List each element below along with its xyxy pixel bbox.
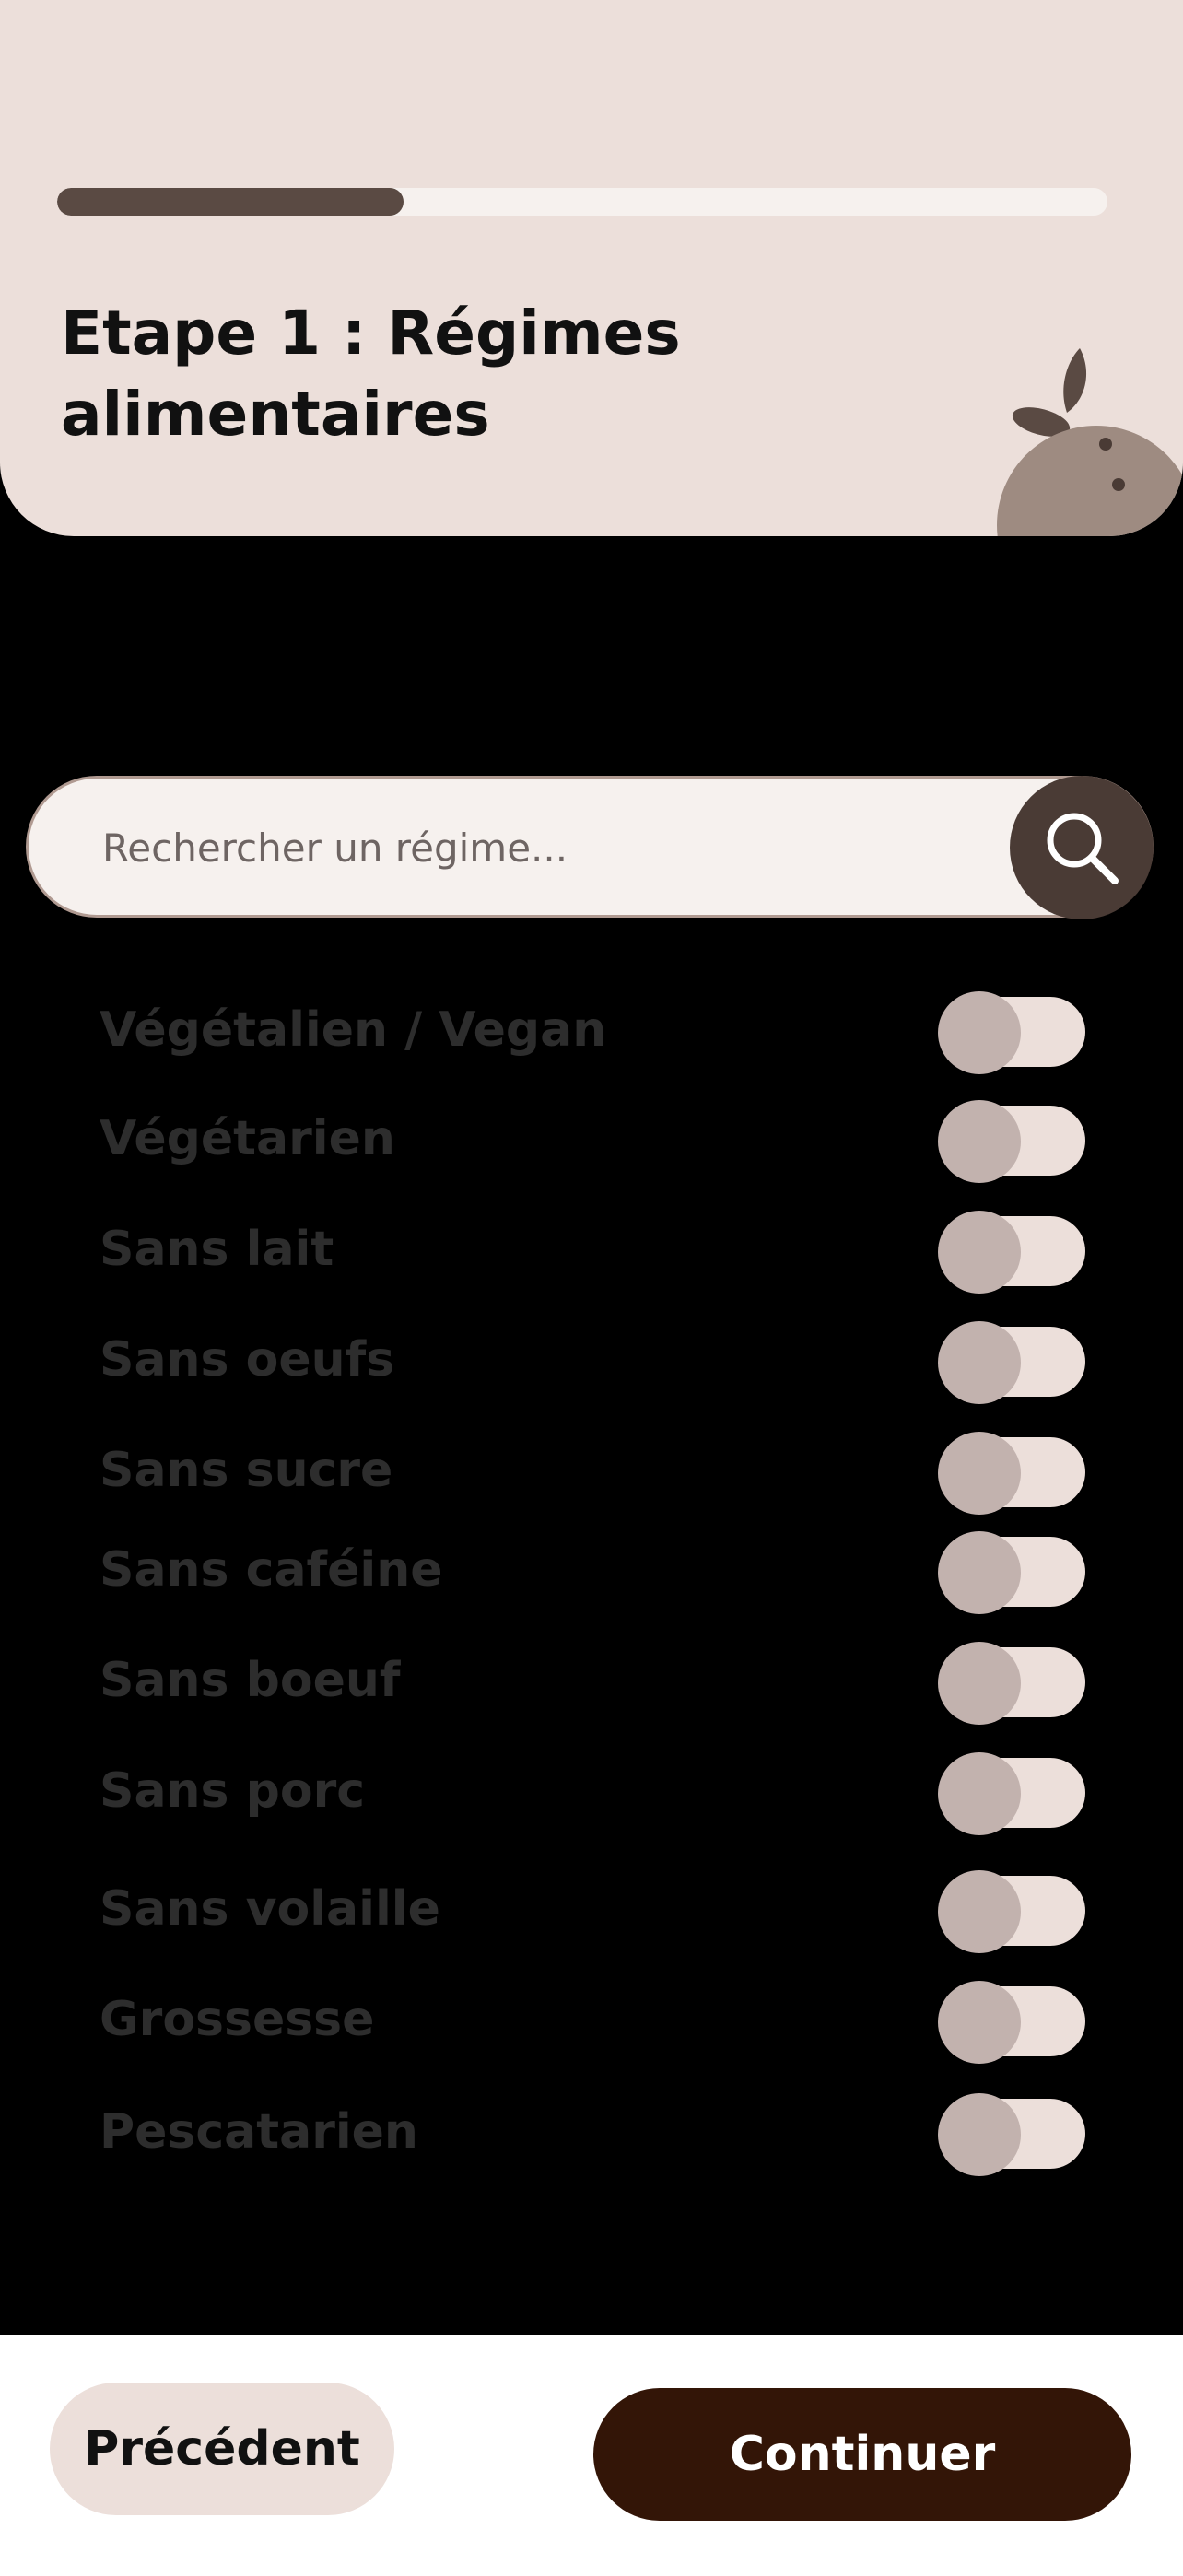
progress-bar — [57, 188, 1107, 216]
toggle-knob — [938, 991, 1021, 1074]
toggle-knob — [938, 1321, 1021, 1404]
diet-label: Sans caféine — [100, 1542, 443, 1598]
diet-row: Sans sucre — [0, 1424, 1183, 1516]
search-icon — [1047, 813, 1119, 884]
diet-label: Sans volaille — [100, 1881, 440, 1937]
header: Etape 1 : Régimes alimentaires — [0, 0, 1183, 536]
diet-toggle[interactable] — [938, 1752, 1085, 1835]
toggle-knob — [938, 1211, 1021, 1294]
diet-label: Sans lait — [100, 1222, 334, 1277]
search-bar — [26, 776, 1154, 918]
diet-label: Sans porc — [100, 1763, 366, 1819]
diet-row: Sans oeufs — [0, 1314, 1183, 1406]
diet-label: Sans boeuf — [100, 1653, 401, 1708]
diet-toggle[interactable] — [938, 2093, 1085, 2176]
diet-toggle[interactable] — [938, 1981, 1085, 2064]
diet-toggle[interactable] — [938, 1870, 1085, 1953]
diet-row: Pescatarien — [0, 2086, 1183, 2178]
toggle-knob — [938, 1870, 1021, 1953]
diet-label: Sans sucre — [100, 1443, 393, 1498]
diet-label: Sans oeufs — [100, 1332, 395, 1388]
diet-toggle[interactable] — [938, 1321, 1085, 1404]
diet-row: Sans porc — [0, 1745, 1183, 1837]
diet-row: Végétalien / Vegan — [0, 984, 1183, 1076]
toggle-knob — [938, 2093, 1021, 2176]
toggle-knob — [938, 1432, 1021, 1515]
diet-toggle[interactable] — [938, 1432, 1085, 1515]
search-input[interactable] — [100, 779, 989, 917]
search-button[interactable] — [1010, 776, 1154, 919]
diet-row: Végétarien — [0, 1093, 1183, 1185]
toggle-knob — [938, 1100, 1021, 1183]
diet-toggle[interactable] — [938, 991, 1085, 1074]
previous-button[interactable]: Précédent — [50, 2383, 394, 2515]
toggle-knob — [938, 1531, 1021, 1614]
diet-label: Grossesse — [100, 1992, 375, 2047]
diet-toggle[interactable] — [938, 1211, 1085, 1294]
diet-row: Sans caféine — [0, 1524, 1183, 1616]
toggle-knob — [938, 1642, 1021, 1725]
diet-row: Sans lait — [0, 1203, 1183, 1295]
toggle-knob — [938, 1981, 1021, 2064]
diet-row: Grossesse — [0, 1973, 1183, 2066]
diet-toggle[interactable] — [938, 1531, 1085, 1614]
diet-label: Végétalien / Vegan — [100, 1002, 607, 1058]
diet-toggle[interactable] — [938, 1100, 1085, 1183]
toggle-knob — [938, 1752, 1021, 1835]
fruit-mascot-icon — [997, 348, 1183, 536]
diet-toggle[interactable] — [938, 1642, 1085, 1725]
continue-button[interactable]: Continuer — [593, 2388, 1131, 2521]
progress-fill — [57, 188, 404, 216]
diet-row: Sans boeuf — [0, 1634, 1183, 1727]
diet-label: Végétarien — [100, 1111, 395, 1166]
diet-label: Pescatarien — [100, 2104, 418, 2160]
page-title: Etape 1 : Régimes alimentaires — [61, 298, 681, 450]
diet-row: Sans volaille — [0, 1863, 1183, 1955]
